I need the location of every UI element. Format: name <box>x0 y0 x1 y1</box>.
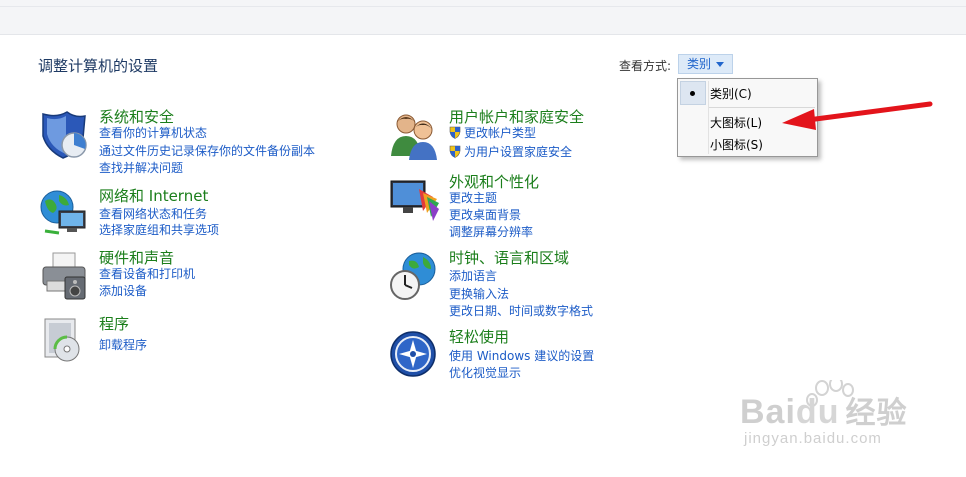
red-arrow-annotation <box>782 101 933 130</box>
globe-network-icon[interactable] <box>39 189 91 241</box>
category-title-programs[interactable]: 程序 <box>99 313 129 334</box>
uac-shield-icon <box>449 145 461 158</box>
link-text-change-account-type: 更改帐户类型 <box>464 126 537 140</box>
view-by-select[interactable]: 类别 <box>678 54 733 74</box>
link-change-desktop-background[interactable]: 更改桌面背景 <box>449 206 521 223</box>
uac-shield-icon <box>449 126 461 139</box>
link-devices-printers[interactable]: 查看设备和打印机 <box>99 265 195 282</box>
baidu-jingyan-watermark: Baidu 经验 jingyan.baidu.com <box>740 376 920 464</box>
link-uninstall-program[interactable]: 卸载程序 <box>99 336 147 353</box>
watermark-url: jingyan.baidu.com <box>744 430 882 447</box>
link-text-family-safety: 为用户设置家庭安全 <box>464 145 573 159</box>
users-icon[interactable] <box>389 110 441 162</box>
menu-item-category[interactable]: 类别(C) <box>710 85 752 102</box>
link-troubleshoot[interactable]: 查找并解决问题 <box>99 159 183 176</box>
clock-globe-icon[interactable] <box>389 251 441 303</box>
link-windows-suggested-settings[interactable]: 使用 Windows 建议的设置 <box>449 347 594 364</box>
radio-dot-icon <box>690 91 695 96</box>
menu-item-large-icons[interactable]: 大图标(L) <box>710 114 762 131</box>
watermark-du: du <box>795 393 840 431</box>
link-file-history-backup[interactable]: 通过文件历史记录保存你的文件备份副本 <box>99 142 315 159</box>
link-add-language[interactable]: 添加语言 <box>449 267 497 284</box>
view-by-value: 类别 <box>687 57 712 71</box>
monitor-palette-icon[interactable] <box>389 175 441 227</box>
link-optimize-visual-display[interactable]: 优化视觉显示 <box>449 364 521 381</box>
ease-of-access-icon[interactable] <box>389 330 441 382</box>
shield-icon[interactable] <box>39 110 91 162</box>
link-add-device[interactable]: 添加设备 <box>99 282 147 299</box>
menu-item-small-icons[interactable]: 小图标(S) <box>710 136 763 153</box>
top-bar <box>0 0 966 35</box>
link-view-computer-status[interactable]: 查看你的计算机状态 <box>99 124 207 141</box>
link-change-theme[interactable]: 更改主题 <box>449 189 497 206</box>
link-change-date-time-format[interactable]: 更改日期、时间或数字格式 <box>449 302 593 319</box>
link-change-account-type[interactable]: 更改帐户类型 <box>449 124 536 141</box>
link-change-input-method[interactable]: 更换输入法 <box>449 285 509 302</box>
category-title-ease[interactable]: 轻松使用 <box>449 326 509 347</box>
watermark-jingyan: 经验 <box>845 397 908 430</box>
link-family-safety[interactable]: 为用户设置家庭安全 <box>449 143 572 160</box>
link-screen-resolution[interactable]: 调整屏幕分辨率 <box>449 223 533 240</box>
printer-icon[interactable] <box>39 251 91 303</box>
link-homegroup-sharing[interactable]: 选择家庭组和共享选项 <box>99 221 219 238</box>
programs-box-icon[interactable] <box>39 317 91 369</box>
category-title-clock[interactable]: 时钟、语言和区域 <box>449 247 569 268</box>
page-title: 调整计算机的设置 <box>38 57 159 75</box>
link-network-status[interactable]: 查看网络状态和任务 <box>99 205 207 222</box>
chevron-down-icon <box>716 62 724 67</box>
watermark-bai: Bai <box>740 393 796 431</box>
view-by-label: 查看方式: <box>619 59 672 73</box>
category-title-network[interactable]: 网络和 Internet <box>99 185 208 206</box>
